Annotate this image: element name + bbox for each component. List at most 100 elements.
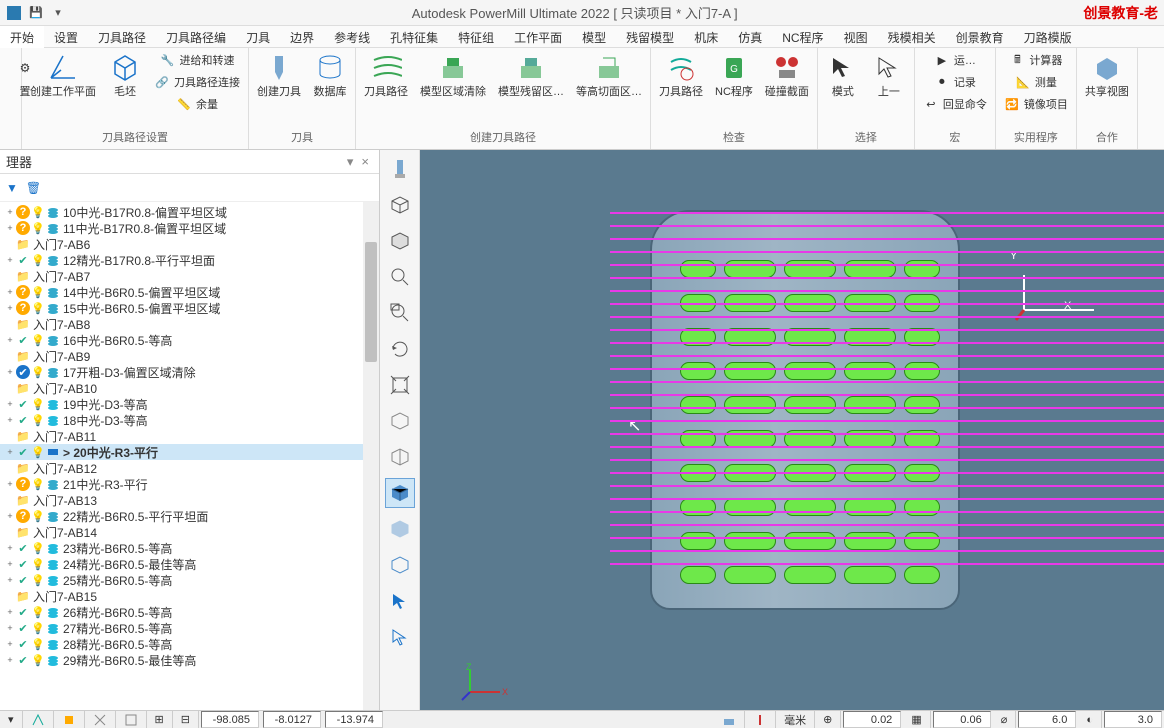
echo-cmd-button[interactable]: ↩回显命令: [919, 94, 991, 114]
view-shaded-solid-button[interactable]: [385, 478, 415, 508]
view-shaded-button[interactable]: [385, 226, 415, 256]
database-button[interactable]: 数据库: [309, 50, 351, 101]
menu-tab-1[interactable]: 设置: [44, 26, 88, 47]
thickness-button[interactable]: 📏余量: [150, 94, 244, 114]
tree-row[interactable]: +?💡15中光-B6R0.5-偏置平坦区域: [0, 300, 379, 316]
tree-row[interactable]: +✔💡16中光-B6R0.5-等高: [0, 332, 379, 348]
status-diam-icon[interactable]: ⌀: [993, 711, 1017, 728]
measure-button[interactable]: 📐测量: [1000, 72, 1072, 92]
constant-z-button[interactable]: 等高切面区…: [572, 50, 646, 101]
zoom-fit-button[interactable]: [385, 262, 415, 292]
tree-row[interactable]: +✔💡28精光-B6R0.5-等高: [0, 636, 379, 652]
model-area-clear-button[interactable]: 模型区域清除: [416, 50, 490, 101]
tree-row[interactable]: 📁入门7-AB9: [0, 348, 379, 364]
menu-tab-7[interactable]: 孔特征集: [380, 26, 448, 47]
menu-tab-3[interactable]: 刀具路径编: [156, 26, 236, 47]
tree-row[interactable]: +?💡21中光-R3-平行: [0, 476, 379, 492]
menu-tab-6[interactable]: 参考线: [324, 26, 380, 47]
menu-tab-13[interactable]: 仿真: [728, 26, 772, 47]
tree-row[interactable]: 📁入门7-AB8: [0, 316, 379, 332]
select-arrow2-button[interactable]: [385, 622, 415, 652]
model-rest-button[interactable]: 模型残留区…: [494, 50, 568, 101]
tree-row[interactable]: 📁入门7-AB15: [0, 588, 379, 604]
status-layer-icon[interactable]: [116, 711, 147, 728]
tree-row[interactable]: 📁入门7-AB13: [0, 492, 379, 508]
menu-tab-12[interactable]: 机床: [684, 26, 728, 47]
view-iso-button[interactable]: [385, 154, 415, 184]
tree-row[interactable]: 📁入门7-AB12: [0, 460, 379, 476]
create-tool-button[interactable]: 创建刀具: [253, 50, 305, 101]
tree-row[interactable]: +?💡14中光-B6R0.5-偏置平坦区域: [0, 284, 379, 300]
dropdown-icon[interactable]: ▾: [50, 5, 66, 21]
view-cube1-button[interactable]: [385, 406, 415, 436]
tree-row[interactable]: +✔💡29精光-B6R0.5-最佳等高: [0, 652, 379, 668]
create-workplane-button[interactable]: 创建工作平面: [26, 50, 100, 101]
select-prev-button[interactable]: 上一: [868, 50, 910, 101]
scrollbar[interactable]: [363, 202, 379, 710]
tree-row[interactable]: +?💡22精光-B6R0.5-平行平坦面: [0, 508, 379, 524]
zoom-extents-button[interactable]: [385, 370, 415, 400]
status-workplane-icon[interactable]: [714, 711, 745, 728]
tree-row[interactable]: 📁入门7-AB14: [0, 524, 379, 540]
status-dropdown[interactable]: ▾: [0, 711, 23, 728]
menu-tab-14[interactable]: NC程序: [772, 26, 833, 47]
menu-tab-0[interactable]: 开始: [0, 26, 44, 48]
filter-icon[interactable]: ▼: [6, 181, 18, 195]
menu-tab-5[interactable]: 边界: [280, 26, 324, 47]
explorer-tree[interactable]: +?💡10中光-B17R0.8-偏置平坦区域+?💡11中光-B17R0.8-偏置…: [0, 202, 379, 710]
select-arrow-button[interactable]: [385, 586, 415, 616]
menu-tab-2[interactable]: 刀具路径: [88, 26, 156, 47]
view-wireframe-button[interactable]: [385, 190, 415, 220]
collision-section-button[interactable]: 碰撞截面: [761, 50, 813, 101]
feeds-speeds-button[interactable]: 🔧进给和转速: [150, 50, 244, 70]
tree-row[interactable]: +✔💡> 20中光-R3-平行: [0, 444, 379, 460]
run-macro-button[interactable]: ▶运…: [919, 50, 991, 70]
select-mode-button[interactable]: 模式: [822, 50, 864, 101]
close-icon[interactable]: ×: [357, 154, 373, 169]
save-icon[interactable]: 💾: [28, 5, 44, 21]
status-step-icon[interactable]: ▦: [903, 711, 930, 728]
tree-row[interactable]: +✔💡17开粗-D3-偏置区域清除: [0, 364, 379, 380]
share-view-button[interactable]: 共享视图: [1081, 50, 1133, 101]
tree-row[interactable]: +✔💡12精光-B17R0.8-平行平坦面: [0, 252, 379, 268]
tree-row[interactable]: +✔💡19中光-D3-等高: [0, 396, 379, 412]
tree-row[interactable]: +?💡10中光-B17R0.8-偏置平坦区域: [0, 204, 379, 220]
status-snap-icon[interactable]: [23, 711, 54, 728]
status-grid-icon[interactable]: [85, 711, 116, 728]
view-cube2-button[interactable]: [385, 442, 415, 472]
tree-row[interactable]: +✔💡26精光-B6R0.5-等高: [0, 604, 379, 620]
calculator-button[interactable]: 🖩计算器: [1000, 50, 1072, 70]
tree-row[interactable]: 📁入门7-AB7: [0, 268, 379, 284]
status-tool-icon[interactable]: [745, 711, 776, 728]
toolpath-button[interactable]: 刀具路径: [360, 50, 412, 101]
tree-row[interactable]: +✔💡18中光-D3-等高: [0, 412, 379, 428]
status-grid3-icon[interactable]: ⊟: [173, 711, 199, 728]
tree-row[interactable]: 📁入门7-AB10: [0, 380, 379, 396]
menu-tab-8[interactable]: 特征组: [448, 26, 504, 47]
menu-tab-18[interactable]: 刀路模版: [1014, 26, 1082, 47]
zoom-window-button[interactable]: [385, 298, 415, 328]
mirror-project-button[interactable]: 🔁镜像项目: [1000, 94, 1072, 114]
scrollbar-thumb[interactable]: [365, 242, 377, 362]
menu-tab-11[interactable]: 残留模型: [616, 26, 684, 47]
view-wireframe2-button[interactable]: [385, 550, 415, 580]
menu-tab-17[interactable]: 创景教育: [946, 26, 1014, 47]
stock-button[interactable]: 毛坯: [104, 50, 146, 101]
status-grid2-icon[interactable]: ⊞: [147, 711, 173, 728]
tree-row[interactable]: +?💡11中光-B17R0.8-偏置平坦区域: [0, 220, 379, 236]
tree-row[interactable]: 📁入门7-AB11: [0, 428, 379, 444]
tree-row[interactable]: +✔💡23精光-B6R0.5-等高: [0, 540, 379, 556]
trash-icon[interactable]: 🗑: [26, 181, 41, 195]
menu-tab-15[interactable]: 视图: [834, 26, 878, 47]
status-axis-icon[interactable]: [54, 711, 85, 728]
menu-tab-16[interactable]: 残模相关: [878, 26, 946, 47]
status-tol-icon[interactable]: ⊕: [815, 711, 841, 728]
menu-tab-9[interactable]: 工作平面: [504, 26, 572, 47]
menu-tab-4[interactable]: 刀具: [236, 26, 280, 47]
unit-label[interactable]: 毫米: [776, 711, 815, 728]
status-rad-icon[interactable]: ◐: [1078, 711, 1102, 728]
record-macro-button[interactable]: ⏺记录: [919, 72, 991, 92]
view-transparent-button[interactable]: [385, 514, 415, 544]
tree-row[interactable]: +✔💡27精光-B6R0.5-等高: [0, 620, 379, 636]
tree-row[interactable]: +✔💡25精光-B6R0.5-等高: [0, 572, 379, 588]
